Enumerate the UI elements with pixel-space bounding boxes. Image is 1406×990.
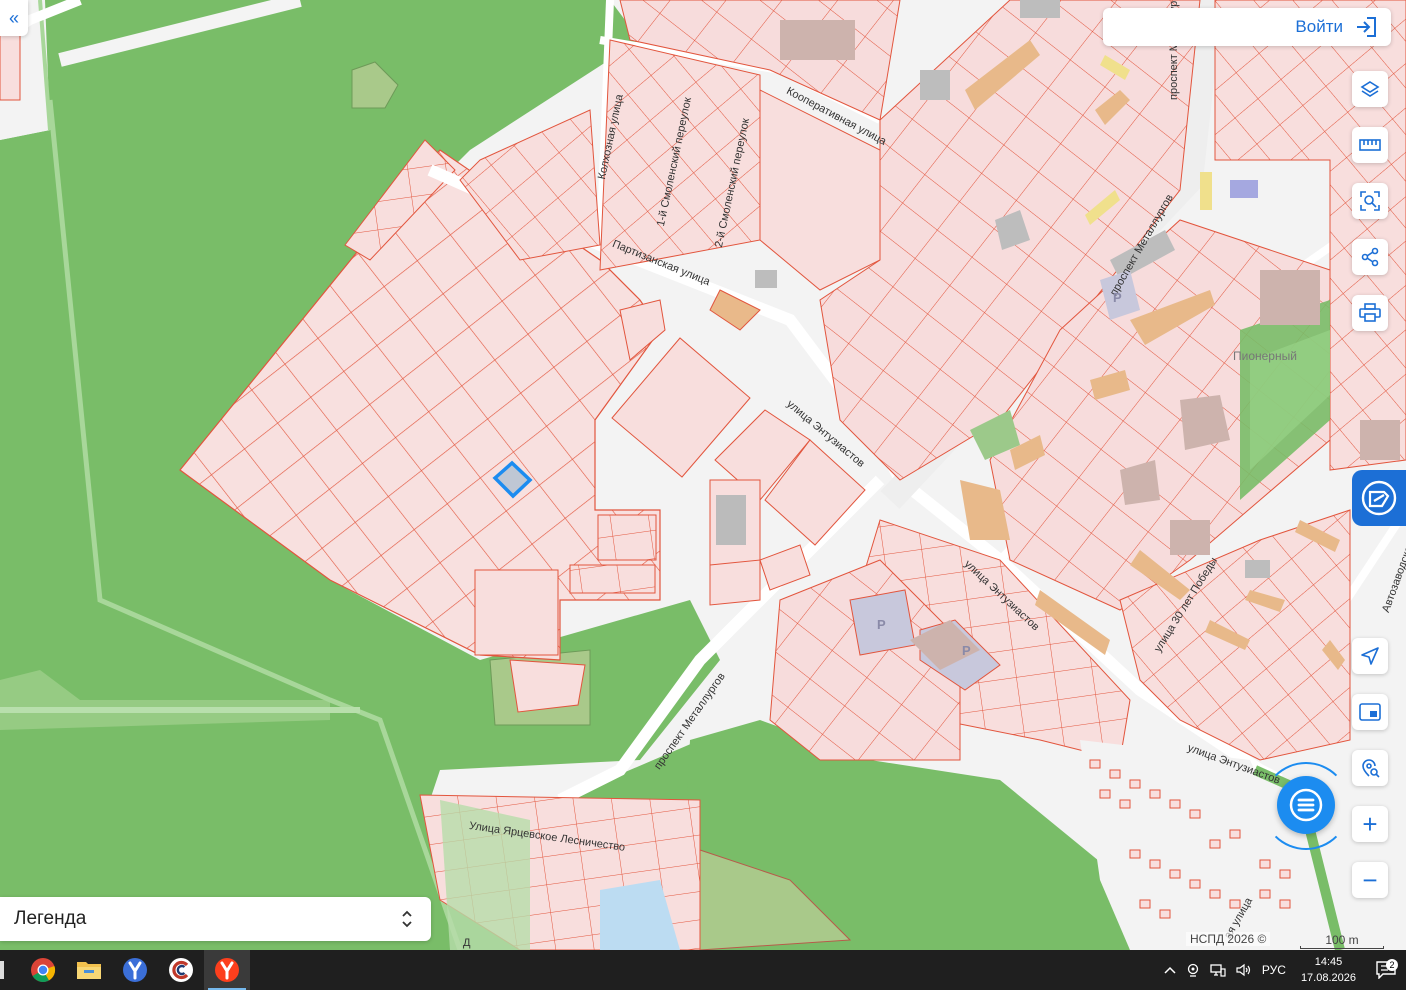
street-label: Д bbox=[463, 937, 471, 949]
zoom-in-button[interactable]: + bbox=[1352, 806, 1388, 842]
yandex-browser-icon bbox=[123, 958, 147, 982]
cadastral-map[interactable]: Колхозная улица 1-й Смоленский переулок … bbox=[0, 0, 1406, 950]
map-canvas bbox=[0, 0, 1406, 950]
zoom-out-button[interactable]: − bbox=[1352, 862, 1388, 898]
ccleaner-icon bbox=[169, 958, 193, 982]
legend-toggle[interactable]: Легенда bbox=[0, 897, 431, 941]
area-select-icon bbox=[1360, 191, 1380, 211]
collapse-panel-button[interactable]: « bbox=[0, 0, 28, 36]
system-tray: РУС 14:45 17.08.2026 2 bbox=[1159, 950, 1406, 990]
taskbar-yandex-browser[interactable] bbox=[112, 950, 158, 990]
taskbar-chrome[interactable] bbox=[20, 950, 66, 990]
taskbar-ccleaner[interactable] bbox=[158, 950, 204, 990]
clock-date: 17.08.2026 bbox=[1300, 972, 1356, 984]
double-chevron-left-icon: « bbox=[8, 7, 19, 28]
pkk-side-tab[interactable] bbox=[1352, 470, 1406, 526]
plus-icon: + bbox=[1362, 808, 1378, 839]
locate-button[interactable] bbox=[1352, 638, 1388, 674]
scale-label: 100 m bbox=[1325, 933, 1359, 947]
network-icon bbox=[1210, 964, 1226, 977]
taskbar-yandex[interactable] bbox=[204, 950, 250, 990]
area-select-button[interactable] bbox=[1352, 183, 1388, 219]
navigation-arrow-icon bbox=[1361, 647, 1379, 665]
layers-button[interactable] bbox=[1352, 71, 1388, 107]
folder-icon bbox=[77, 962, 101, 979]
ruler-icon bbox=[1359, 139, 1381, 151]
chevron-up-icon bbox=[1164, 966, 1176, 974]
yandex-icon bbox=[215, 958, 239, 982]
notification-center-button[interactable]: 2 bbox=[1366, 959, 1406, 979]
chat-button[interactable] bbox=[1277, 776, 1335, 834]
webcam-icon bbox=[1187, 963, 1199, 977]
minus-icon: − bbox=[1362, 864, 1378, 895]
ruler-button[interactable] bbox=[1352, 127, 1388, 163]
share-icon bbox=[1361, 247, 1379, 267]
tray-overflow-chevron[interactable] bbox=[1159, 966, 1181, 974]
taskbar: РУС 14:45 17.08.2026 2 bbox=[0, 950, 1406, 990]
minimap-icon bbox=[1359, 703, 1381, 721]
share-button[interactable] bbox=[1352, 239, 1388, 275]
scale-bar bbox=[1300, 946, 1384, 949]
login-label: Войти bbox=[1295, 17, 1343, 36]
tray-language[interactable]: РУС bbox=[1257, 963, 1291, 977]
expand-chevrons-icon bbox=[402, 910, 412, 928]
cadastre-logo-icon bbox=[1361, 480, 1397, 516]
tray-volume[interactable] bbox=[1231, 963, 1257, 977]
parking-label: P bbox=[1113, 290, 1122, 305]
taskbar-file-explorer[interactable] bbox=[66, 950, 112, 990]
clock-time: 14:45 bbox=[1314, 956, 1343, 968]
chat-icon bbox=[1289, 788, 1323, 822]
print-button[interactable] bbox=[1352, 295, 1388, 331]
speaker-icon bbox=[1236, 963, 1251, 977]
geo-search-button[interactable] bbox=[1352, 750, 1388, 786]
chrome-icon bbox=[31, 958, 56, 983]
minimap-button[interactable] bbox=[1352, 694, 1388, 730]
parking-label: P bbox=[877, 617, 886, 632]
tray-network[interactable] bbox=[1205, 963, 1231, 977]
notification-count: 2 bbox=[1386, 959, 1398, 971]
start-edge bbox=[0, 950, 6, 990]
tray-meet[interactable] bbox=[1181, 963, 1205, 977]
poi-label: Пионерный bbox=[1233, 349, 1297, 363]
parking-label: P bbox=[962, 643, 971, 658]
geo-search-icon bbox=[1362, 759, 1380, 778]
tray-clock[interactable]: 14:45 17.08.2026 bbox=[1291, 954, 1366, 986]
login-icon bbox=[1357, 17, 1376, 37]
print-icon bbox=[1359, 303, 1381, 322]
legend-label: Легенда bbox=[14, 908, 87, 929]
layers-icon bbox=[1360, 81, 1380, 97]
copyright: НСПД 2026 © bbox=[1186, 932, 1271, 946]
login-button[interactable]: Войти bbox=[1103, 8, 1391, 46]
